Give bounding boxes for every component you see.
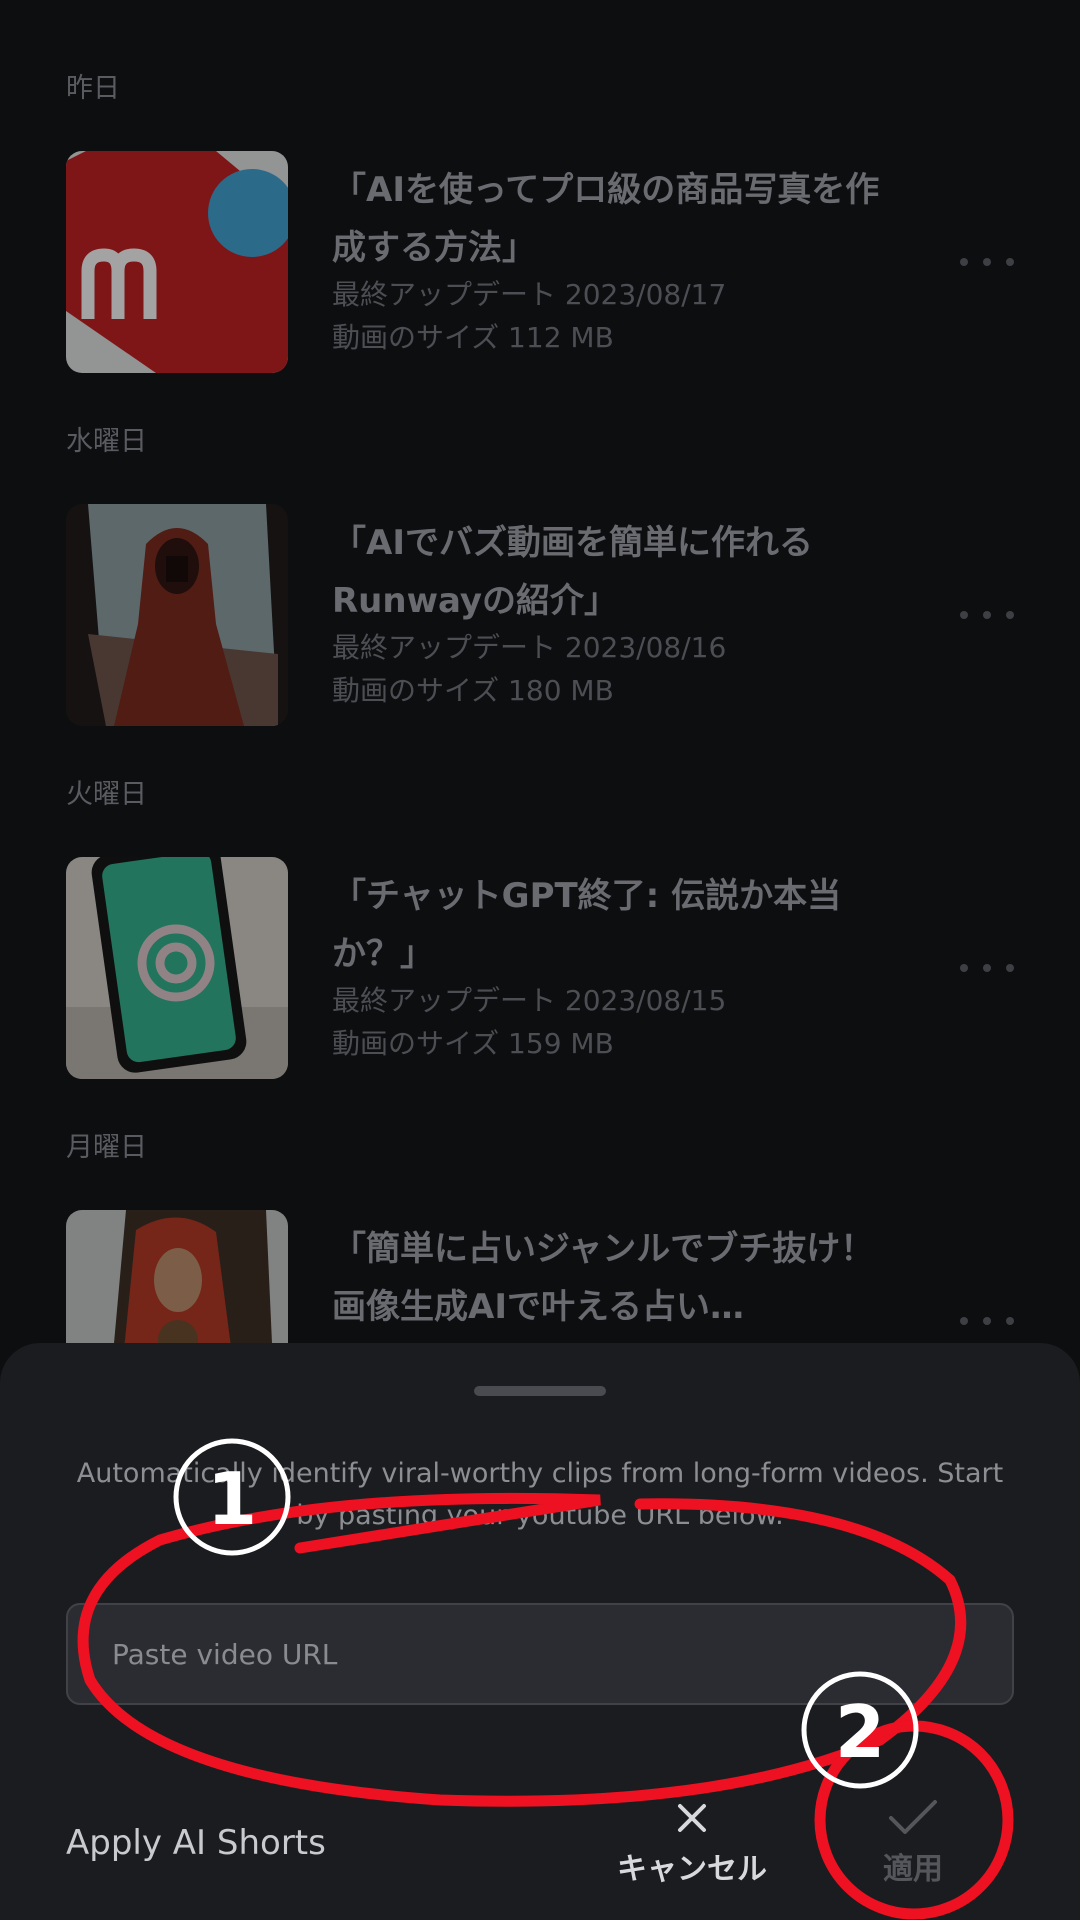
day-header: 水曜日 [66,426,147,457]
more-icon[interactable] [960,600,1014,630]
video-size: 動画のサイズ 159 MB [332,1027,614,1060]
apply-ai-shorts-sheet: Automatically identify viral-worthy clip… [0,1343,1080,1920]
video-updated: 最終アップデート 2023/08/15 [332,984,727,1017]
list-item[interactable]: 「チャットGPT終了: 伝説か本当か？」 最終アップデート 2023/08/15… [66,857,1014,1079]
video-url-input[interactable] [66,1603,1014,1705]
video-thumbnail [66,857,288,1079]
video-title: 「チャットGPT終了: 伝説か本当か？」 [332,876,842,974]
video-title: 「簡単に占いジャンルでブチ抜け！画像生成AIで叶える占い… [332,1229,875,1327]
video-thumbnail [66,504,288,726]
day-header: 昨日 [66,73,120,104]
sheet-description: Automatically identify viral-worthy clip… [76,1458,1004,1531]
day-header: 月曜日 [66,1132,147,1163]
apply-label: 適用 [883,1852,943,1887]
more-icon[interactable] [960,953,1014,983]
more-icon[interactable] [960,1306,1014,1336]
cancel-button[interactable]: キャンセル [600,1798,784,1913]
video-updated: 最終アップデート 2023/08/16 [332,631,727,664]
cancel-label: キャンセル [617,1852,767,1887]
list-item[interactable]: 「AIを使ってプロ級の商品写真を作成する方法」 最終アップデート 2023/08… [66,151,1014,373]
video-title: 「AIでバズ動画を簡単に作れるRunwayの紹介」 [332,523,813,621]
video-title: 「AIを使ってプロ級の商品写真を作成する方法」 [332,170,880,268]
video-size: 動画のサイズ 180 MB [332,674,614,707]
video-thumbnail [66,151,288,373]
more-icon[interactable] [960,247,1014,277]
video-updated: 最終アップデート 2023/08/17 [332,278,727,311]
apply-button[interactable]: 適用 [848,1798,978,1913]
day-header: 火曜日 [66,779,147,810]
sheet-title: Apply AI Shorts [66,1823,326,1863]
sheet-drag-handle[interactable] [474,1386,606,1396]
video-size: 動画のサイズ 112 MB [332,321,614,354]
list-item[interactable]: 「AIでバズ動画を簡単に作れるRunwayの紹介」 最終アップデート 2023/… [66,504,1014,726]
close-icon [678,1804,706,1832]
checkmark-icon [889,1800,937,1834]
